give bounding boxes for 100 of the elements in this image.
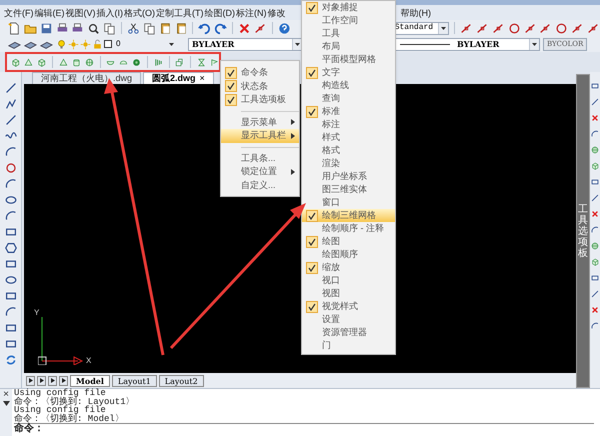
circle-snap-icon[interactable] [555, 22, 568, 34]
rectangle-icon[interactable] [591, 178, 599, 186]
snap-icon[interactable] [492, 22, 505, 34]
clipboard-icon[interactable] [158, 22, 172, 34]
layout-tab[interactable]: Layout2 [158, 374, 204, 386]
menu-item[interactable]: 布局 [302, 40, 395, 53]
arc-icon[interactable] [4, 306, 16, 318]
menu-item[interactable]: 定制工具(T) [156, 7, 204, 20]
line-icon[interactable] [4, 82, 16, 94]
menu-item[interactable]: 窗口 [302, 196, 395, 209]
line-icon[interactable] [591, 194, 599, 202]
snap-icon[interactable] [539, 22, 552, 34]
printer-icon[interactable] [71, 22, 84, 34]
rectangle-icon[interactable] [591, 82, 599, 90]
menu-item[interactable]: 图三维实体 [302, 183, 395, 196]
menu-item[interactable]: 编辑(E) [34, 7, 64, 20]
menu-item[interactable]: 缩放 [302, 261, 395, 274]
arc-icon[interactable] [591, 130, 599, 138]
menu-item[interactable]: 显示菜单 [221, 116, 299, 129]
menu-item[interactable]: 锁定位置 [221, 165, 299, 178]
command-prompt[interactable]: 命令： [14, 423, 594, 436]
document-tab[interactable]: 圆弧2.dwg × [143, 72, 214, 84]
arc-icon[interactable] [591, 226, 599, 234]
menu-item[interactable]: 对象捕捉 [302, 1, 395, 14]
scissors-icon[interactable] [127, 22, 140, 34]
ellipse-icon[interactable] [4, 274, 16, 286]
menu-item[interactable]: 绘图顺序 [302, 248, 395, 261]
color-combo[interactable]: BYLAYER [188, 38, 303, 50]
line-icon[interactable] [4, 114, 16, 126]
menu-item[interactable]: 用户坐标系 [302, 170, 395, 183]
menu-item[interactable]: 绘制顺序 - 注释 [302, 222, 395, 235]
tool-palette-bar[interactable]: 工具选项板 [576, 74, 590, 388]
layout-tab[interactable]: Layout1 [112, 374, 157, 386]
mesh-icon[interactable] [591, 146, 599, 154]
rectangle-icon[interactable] [4, 290, 16, 302]
menu-item[interactable]: 绘图(D) [204, 7, 235, 20]
snap-icon[interactable] [476, 22, 489, 34]
close-icon[interactable] [591, 210, 599, 218]
menu-item[interactable]: 渲染 [302, 157, 395, 170]
polyline-icon[interactable] [4, 98, 16, 110]
menu-item[interactable]: 标注 [302, 118, 395, 131]
menu-item[interactable]: 显示工具栏 [221, 129, 299, 142]
document-icon[interactable] [8, 22, 21, 34]
menu-item[interactable]: 自定义... [221, 178, 299, 192]
rectangle-icon[interactable] [4, 338, 16, 350]
menu-item[interactable]: 标注(N) [236, 7, 266, 20]
menu-item[interactable]: 视图(V) [66, 7, 96, 20]
rectangle-icon[interactable] [4, 226, 16, 238]
menu-item[interactable]: 资源管理器 [302, 326, 395, 339]
dropdown-arrow-icon[interactable] [2, 401, 10, 406]
menu-item[interactable]: 绘制三维网格 [302, 209, 395, 222]
document-tab[interactable]: 河南工程（火电）.dwg [32, 72, 142, 84]
tab-close-button[interactable]: × [200, 73, 205, 84]
circle-snap-icon[interactable] [4, 162, 16, 174]
clipboard-icon[interactable] [174, 22, 188, 34]
menu-item[interactable]: 视觉样式 [302, 300, 395, 313]
tab-scroll-button[interactable] [37, 376, 46, 386]
menu-item[interactable]: 样式 [302, 131, 395, 144]
circle-snap-icon[interactable] [508, 22, 521, 34]
menu-item[interactable]: 帮助(H) [400, 7, 431, 20]
rectangle-icon[interactable] [4, 322, 16, 334]
menu-item[interactable]: 平面模型网格 [302, 53, 395, 66]
tab-scroll-button[interactable] [59, 376, 68, 386]
arc-icon[interactable] [4, 178, 16, 190]
cube-icon[interactable] [591, 258, 599, 266]
menu-item[interactable]: 插入(I) [96, 7, 123, 20]
menu-item[interactable]: 标准 [302, 105, 395, 118]
menu-item[interactable]: 查询 [302, 92, 395, 105]
tab-scroll-button[interactable] [48, 376, 57, 386]
menu-item[interactable]: 格式(O) [124, 7, 155, 20]
save-icon[interactable] [40, 22, 53, 34]
layer-combo[interactable]: 0 [56, 38, 176, 50]
rectangle-icon[interactable] [4, 258, 16, 270]
close-icon[interactable] [591, 114, 599, 122]
menu-item[interactable]: 设置 [302, 313, 395, 326]
line-icon[interactable] [591, 290, 599, 298]
ellipse-icon[interactable] [4, 194, 16, 206]
undo-icon[interactable] [198, 22, 212, 34]
snap-icon[interactable] [254, 22, 267, 34]
arc-icon[interactable] [591, 322, 599, 330]
menu-item[interactable]: 文字 [302, 66, 395, 79]
menu-item[interactable]: 视图 [302, 287, 395, 300]
close-icon[interactable] [591, 306, 599, 314]
arc-icon[interactable] [4, 146, 16, 158]
menu-item[interactable]: 绘图 [302, 235, 395, 248]
menu-item[interactable]: 格式 [302, 144, 395, 157]
line-icon[interactable] [591, 98, 599, 106]
printer-icon[interactable] [56, 22, 68, 34]
menu-item[interactable]: 工具条... [221, 152, 299, 165]
refresh-icon[interactable] [4, 354, 16, 366]
tab-scroll-button[interactable] [26, 376, 35, 386]
copy-icon[interactable] [142, 22, 156, 34]
menu-item[interactable]: 命令条 [221, 66, 299, 80]
menu-item[interactable]: 门 [302, 339, 395, 352]
snap-icon[interactable] [586, 22, 600, 34]
help-icon[interactable] [278, 22, 291, 34]
rectangle-icon[interactable] [591, 274, 599, 282]
snap-icon[interactable] [460, 22, 473, 34]
menu-item[interactable]: 工具选项板 [221, 93, 299, 106]
menu-item[interactable]: 文件(F) [4, 7, 34, 20]
